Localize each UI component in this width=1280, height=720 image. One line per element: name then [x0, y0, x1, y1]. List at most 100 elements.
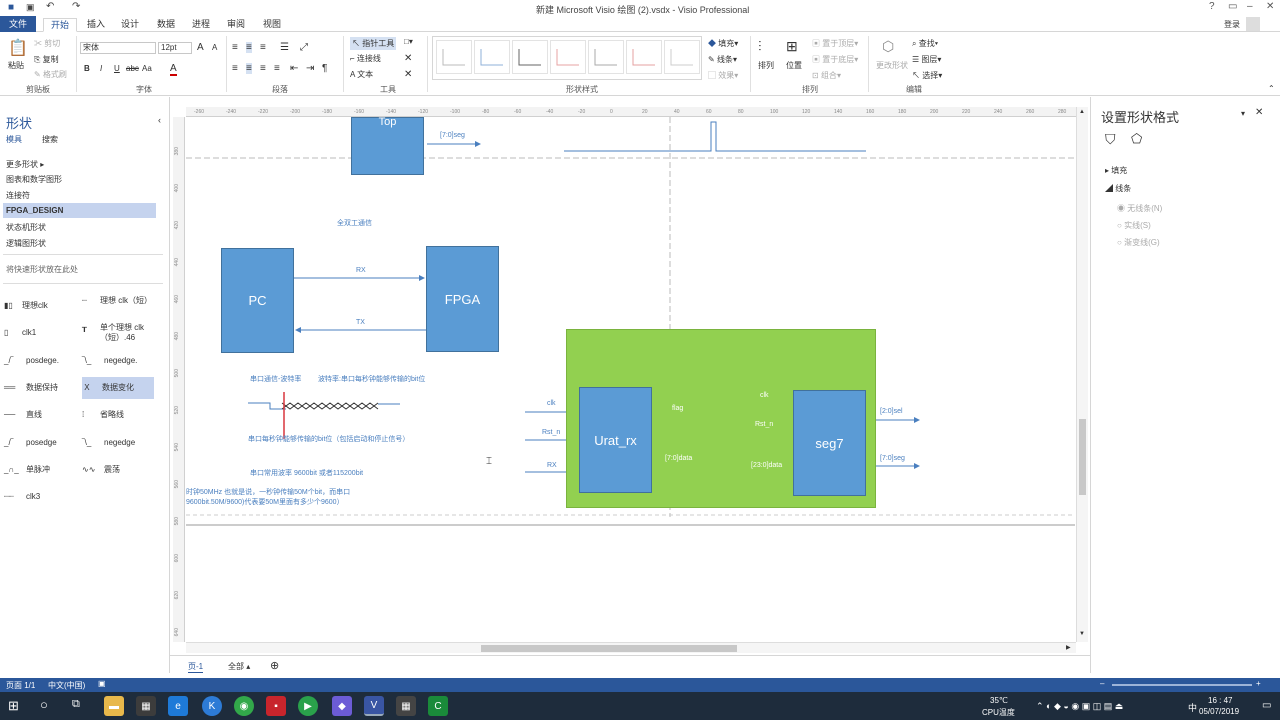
align-right-icon[interactable]: ≡ — [260, 63, 266, 74]
player-icon[interactable]: ▶ — [298, 696, 318, 716]
text-tool-button[interactable]: A 文本 — [350, 69, 373, 80]
align-top-icon[interactable]: ≡ — [232, 42, 238, 53]
drawing-canvas[interactable]: Top [7:0]seg 全双工通信 PC FPGA RX TX 串口通信-波特… — [186, 117, 1075, 642]
connector-tool-button[interactable]: ⌐ 连接线 — [350, 53, 381, 64]
align-middle-icon[interactable]: ≡ — [246, 42, 252, 53]
copy-button[interactable]: ⎘ 复制 — [34, 54, 59, 65]
fill-button[interactable]: ◆ 填充▾ — [708, 38, 738, 49]
stencil-state-machine[interactable]: 状态机形状 — [6, 222, 46, 233]
bring-front-button[interactable]: ▣ 置于顶层▾ — [812, 38, 858, 49]
app-k-icon[interactable]: K — [202, 696, 222, 716]
close-icon[interactable]: ✕ — [1266, 1, 1274, 12]
group-button[interactable]: ⊡ 组合▾ — [812, 70, 841, 81]
tab-home[interactable]: 开始 — [43, 18, 78, 32]
position-button[interactable]: 位置 — [786, 60, 802, 71]
align-bottom-icon[interactable]: ≡ — [260, 42, 266, 53]
vertical-scrollbar[interactable]: ▲ ▼ — [1076, 107, 1088, 642]
find-button[interactable]: ⌕ 查找▾ — [912, 38, 938, 49]
tab-process[interactable]: 进程 — [185, 18, 217, 32]
pentagon-icon[interactable]: ⬠ — [1131, 131, 1142, 147]
paste-button[interactable]: 粘贴 — [8, 60, 24, 71]
close-panel-icon[interactable]: ✕ — [1255, 107, 1263, 118]
style-preset-5[interactable] — [588, 40, 624, 74]
stencil-connectors[interactable]: 连接符 — [6, 190, 30, 201]
scroll-down-icon[interactable]: ▼ — [1079, 631, 1085, 637]
line-button[interactable]: ✎ 线条▾ — [708, 54, 737, 65]
font-size-select[interactable]: 12pt — [158, 42, 192, 54]
shape-posdege[interactable]: _/‾ posdege. — [4, 350, 80, 372]
line-section[interactable]: ◢ 线条 — [1105, 183, 1131, 194]
ribbon-options-icon[interactable]: ▭ — [1228, 1, 1237, 12]
login-link[interactable]: 登录 — [1224, 19, 1240, 30]
language-indicator[interactable]: 中文(中国) — [48, 680, 85, 691]
align-icon[interactable]: ⫶ — [758, 38, 762, 55]
chevron-down-icon[interactable]: ▾ — [1241, 109, 1245, 118]
zoom-slider[interactable] — [1112, 684, 1252, 686]
align-center-icon[interactable]: ≡ — [246, 63, 252, 74]
collapse-ribbon-icon[interactable]: ⌃ — [1268, 84, 1275, 93]
pc-box[interactable]: PC — [221, 248, 294, 353]
seg7-box[interactable]: seg7 — [793, 390, 866, 496]
shape-straight-line[interactable]: ── 直线 — [4, 404, 80, 426]
select-button[interactable]: ↖ 选择▾ — [912, 70, 942, 81]
effects-button[interactable]: ▢ 效果▾ — [708, 70, 738, 81]
font-color-button[interactable]: A — [170, 63, 177, 76]
tab-view[interactable]: 视图 — [256, 18, 288, 32]
page-indicator[interactable]: 页面 1/1 — [6, 680, 35, 691]
tab-insert[interactable]: 插入 — [80, 18, 112, 32]
style-preset-3[interactable] — [512, 40, 548, 74]
edge-icon[interactable]: e — [168, 696, 188, 716]
shape-data-change[interactable]: X 数据变化 — [82, 377, 154, 399]
undo-icon[interactable]: ↶ — [46, 1, 54, 12]
font-family-select[interactable]: 宋体 — [80, 42, 156, 54]
page-tab-1[interactable]: 页-1 — [188, 661, 204, 673]
paint-bucket-icon[interactable]: ⛉ — [1105, 131, 1116, 148]
visual-studio-icon[interactable]: ◆ — [332, 696, 352, 716]
pointer-tool-button[interactable]: ↖ 指针工具 — [350, 37, 397, 50]
ime-indicator[interactable]: 中 — [1188, 701, 1197, 714]
camtasia-icon[interactable]: C — [428, 696, 448, 716]
shape-ideal-clk[interactable]: ▮▯ 理想clk — [4, 295, 80, 317]
change-shape-icon[interactable]: ⬡ — [882, 38, 894, 55]
text-direction-icon[interactable]: ⤢ — [300, 42, 308, 53]
tab-search[interactable]: 搜索 — [42, 134, 58, 145]
shape-clk3[interactable]: ┈┈ clk3 — [4, 486, 80, 508]
file-explorer-icon[interactable]: ▬ — [104, 696, 124, 716]
bullets-icon[interactable]: ☰ — [280, 42, 289, 53]
decrease-indent-icon[interactable]: ⇤ — [290, 63, 298, 74]
tab-file[interactable]: 文件 — [0, 16, 37, 32]
stencil-logic[interactable]: 逻辑图形状 — [6, 238, 46, 249]
send-back-button[interactable]: ▣ 置于底层▾ — [812, 54, 858, 65]
italic-button[interactable]: I — [100, 64, 102, 73]
avatar[interactable] — [1246, 17, 1260, 31]
bold-button[interactable]: B — [84, 64, 90, 73]
close-icon[interactable]: ✕ — [404, 53, 412, 64]
shape-clk1[interactable]: ▯ clk1 — [4, 322, 80, 344]
calculator-icon[interactable]: ▦ — [396, 696, 416, 716]
align-button[interactable]: 排列 — [758, 60, 774, 71]
style-preset-1[interactable] — [436, 40, 472, 74]
collapse-panel-icon[interactable]: ‹ — [158, 115, 161, 125]
scroll-up-icon[interactable]: ▲ — [1079, 109, 1085, 115]
timing-waveform[interactable] — [564, 121, 866, 152]
cut-button[interactable]: ✂ 剪切 — [34, 38, 60, 49]
notification-icon[interactable]: ▭ — [1262, 700, 1271, 711]
tab-data[interactable]: 数据 — [150, 18, 182, 32]
paragraph-dialog-icon[interactable]: ¶ — [322, 63, 327, 74]
save-icon[interactable]: ▣ — [26, 2, 35, 13]
change-shape-button[interactable]: 更改形状 — [876, 60, 908, 71]
add-page-icon[interactable]: ⊕ — [270, 659, 279, 672]
style-preset-4[interactable] — [550, 40, 586, 74]
horizontal-scroll-thumb[interactable] — [481, 645, 737, 652]
increase-indent-icon[interactable]: ⇥ — [306, 63, 314, 74]
visio-icon[interactable]: V — [364, 696, 384, 716]
store-icon[interactable]: ▦ — [136, 696, 156, 716]
align-left-icon[interactable]: ≡ — [232, 63, 238, 74]
solid-line-option[interactable]: ○ 实线(S) — [1117, 220, 1151, 231]
zoom-in-icon[interactable]: + — [1256, 679, 1261, 688]
shape-single-ideal-clk[interactable]: ┰ 单个理想 clk（短）.46 — [82, 322, 158, 344]
no-line-option[interactable]: ◉ 无线条(N) — [1117, 203, 1162, 214]
tab-stencils[interactable]: 模具 — [6, 134, 22, 145]
fill-section[interactable]: ▸ 填充 — [1105, 165, 1127, 176]
shrink-font-button[interactable]: A — [212, 43, 217, 52]
